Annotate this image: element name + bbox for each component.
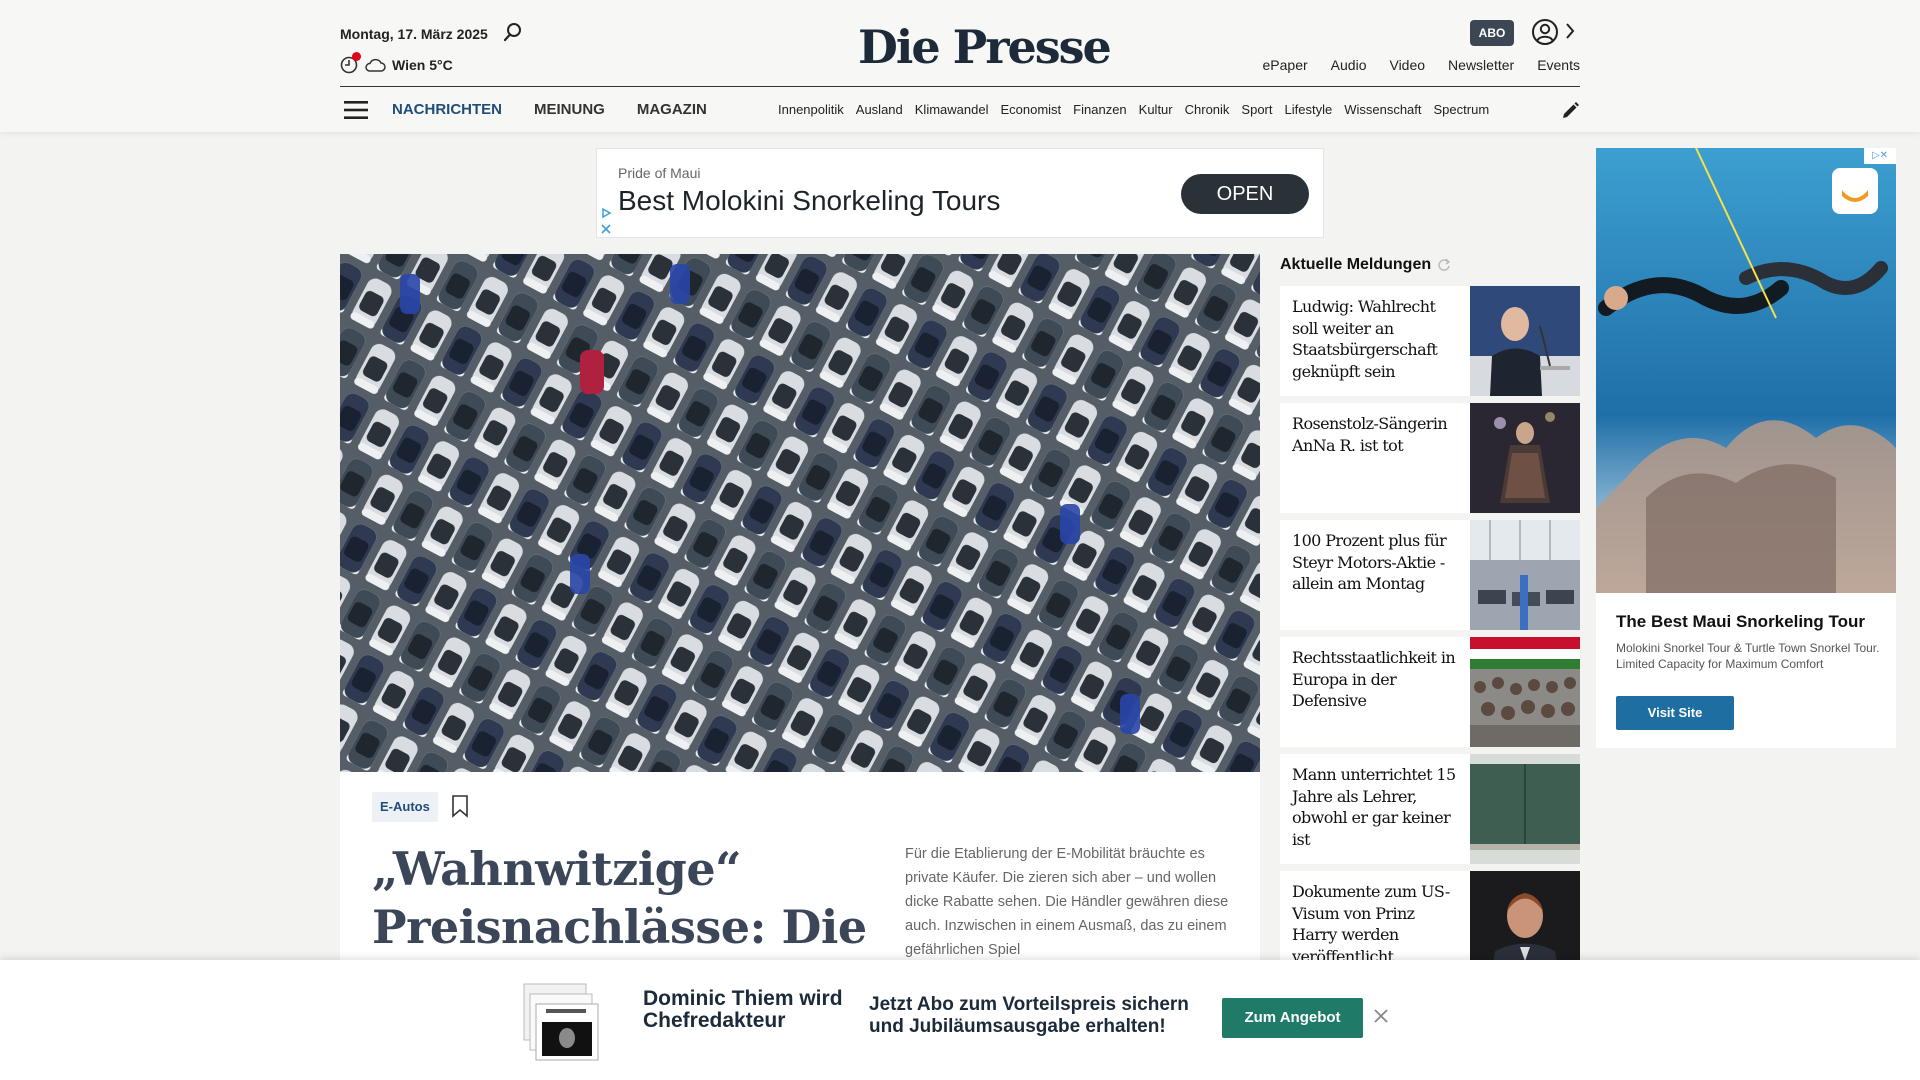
weather-widget[interactable]: Wien 5°C xyxy=(340,52,453,74)
link-audio[interactable]: Audio xyxy=(1331,57,1367,73)
news-item[interactable]: Rosenstolz-Sängerin AnNa R. ist tot xyxy=(1280,403,1580,513)
news-thumbnail[interactable] xyxy=(1470,403,1580,513)
nav-ausland[interactable]: Ausland xyxy=(856,102,903,117)
news-thumbnail[interactable] xyxy=(1470,754,1580,864)
user-account-icon[interactable] xyxy=(1531,18,1559,46)
nav-sport[interactable]: Sport xyxy=(1241,102,1272,117)
current-date: Montag, 17. März 2025 xyxy=(340,26,488,42)
visit-site-button[interactable]: Visit Site xyxy=(1616,696,1734,730)
nav-klimawandel[interactable]: Klimawandel xyxy=(915,102,989,117)
bookmark-icon[interactable] xyxy=(450,794,470,818)
ad-open-button[interactable]: OPEN xyxy=(1181,174,1309,214)
nav-wissenschaft[interactable]: Wissenschaft xyxy=(1344,102,1421,117)
chevron-right-icon[interactable] xyxy=(1563,20,1577,42)
news-thumbnail[interactable] xyxy=(1470,520,1580,630)
article-headline[interactable]: „Wahnwitzige“ Preisnachlässe: Die xyxy=(372,840,872,956)
ad-close-icon[interactable] xyxy=(599,222,613,236)
adchoices-icon[interactable] xyxy=(599,206,613,220)
ad-headline[interactable]: Best Molokini Snorkeling Tours xyxy=(618,185,1000,217)
link-events[interactable]: Events xyxy=(1537,57,1580,73)
news-title[interactable]: 100 Prozent plus für Steyr Motors-Aktie … xyxy=(1292,530,1462,595)
link-newsletter[interactable]: Newsletter xyxy=(1448,57,1514,73)
news-thumbnail[interactable] xyxy=(1470,286,1580,396)
nav-nachrichten[interactable]: NACHRICHTEN xyxy=(392,101,502,118)
side-ad[interactable]: ▷✕ The Best Maui Snorkeling Tour Molokin… xyxy=(1596,148,1896,748)
news-item[interactable]: Rechtsstaatlichkeit in Europa in der Def… xyxy=(1280,637,1580,747)
news-item[interactable]: 100 Prozent plus für Steyr Motors-Aktie … xyxy=(1280,520,1580,630)
news-item[interactable]: Mann unterrichtet 15 Jahre als Lehrer, o… xyxy=(1280,754,1580,864)
nav-chronik[interactable]: Chronik xyxy=(1185,102,1230,117)
header-divider xyxy=(340,86,1580,87)
close-icon[interactable] xyxy=(1373,1008,1389,1024)
section-nav: Innenpolitik Ausland Klimawandel Economi… xyxy=(778,102,1540,117)
nav-economist[interactable]: Economist xyxy=(1000,102,1061,117)
primary-nav: NACHRICHTEN MEINUNG MAGAZIN xyxy=(392,101,707,118)
abo-button[interactable]: ABO xyxy=(1470,20,1514,46)
ad-info-icon[interactable]: ▷✕ xyxy=(1864,148,1896,164)
nav-innenpolitik[interactable]: Innenpolitik xyxy=(778,102,844,117)
news-heading-label: Aktuelle Meldungen xyxy=(1280,256,1432,273)
pencil-icon[interactable] xyxy=(1560,101,1580,121)
nav-kultur[interactable]: Kultur xyxy=(1139,102,1173,117)
news-title[interactable]: Mann unterrichtet 15 Jahre als Lehrer, o… xyxy=(1292,764,1462,850)
ad-advertiser: Pride of Maui xyxy=(618,165,701,181)
promo-headline: Dominic Thiem wird Chefredakteur xyxy=(643,987,843,1032)
weather-text: Wien 5°C xyxy=(392,57,453,73)
article-teaser: Für die Etablierung der E-Mobilität bräu… xyxy=(905,846,1229,958)
subscription-promo-bar: Dominic Thiem wird Chefredakteur Jetzt A… xyxy=(0,960,1920,1080)
news-title[interactable]: Rechtsstaatlichkeit in Europa in der Def… xyxy=(1292,647,1462,712)
article-tag[interactable]: E-Autos xyxy=(372,792,438,822)
zum-angebot-button[interactable]: Zum Angebot xyxy=(1222,998,1363,1038)
service-links: ePaper Audio Video Newsletter Events xyxy=(1263,57,1580,73)
hero-image-parked-cars[interactable] xyxy=(340,254,1260,772)
nav-lifestyle[interactable]: Lifestyle xyxy=(1285,102,1333,117)
search-icon[interactable] xyxy=(503,22,523,42)
lead-article[interactable]: E-Autos „Wahnwitzige“ Preisnachlässe: Di… xyxy=(340,254,1260,1080)
news-title[interactable]: Rosenstolz-Sängerin AnNa R. ist tot xyxy=(1292,413,1462,456)
news-heading: Aktuelle Meldungen xyxy=(1280,256,1451,274)
site-header: Montag, 17. März 2025 Wien 5°C Die Press… xyxy=(0,0,1920,132)
nav-spectrum[interactable]: Spectrum xyxy=(1434,102,1490,117)
ad-snorkel-image[interactable] xyxy=(1596,148,1896,593)
news-title[interactable]: Dokumente zum US-Visum von Prinz Harry w… xyxy=(1292,881,1462,967)
refresh-icon xyxy=(1438,258,1451,271)
nav-finanzen[interactable]: Finanzen xyxy=(1073,102,1126,117)
site-logo[interactable]: Die Presse xyxy=(858,20,1112,74)
news-item[interactable]: Ludwig: Wahlrecht soll weiter an Staatsb… xyxy=(1280,286,1580,396)
advertiser-logo xyxy=(1832,168,1878,214)
top-banner-ad[interactable]: Pride of Maui Best Molokini Snorkeling T… xyxy=(596,148,1324,238)
link-video[interactable]: Video xyxy=(1389,57,1425,73)
link-epaper[interactable]: ePaper xyxy=(1263,57,1308,73)
promo-offer: Jetzt Abo zum Vorteilspreis sichern und … xyxy=(869,994,1189,1037)
news-list: Ludwig: Wahlrecht soll weiter an Staatsb… xyxy=(1280,286,1580,988)
news-thumbnail[interactable] xyxy=(1470,637,1580,747)
hamburger-menu-icon[interactable] xyxy=(344,100,368,120)
newspaper-stack-image xyxy=(523,983,599,1061)
news-title[interactable]: Ludwig: Wahlrecht soll weiter an Staatsb… xyxy=(1292,296,1462,382)
nav-magazin[interactable]: MAGAZIN xyxy=(637,101,707,118)
clock-icon xyxy=(340,52,361,74)
side-ad-description: Molokini Snorkel Tour & Turtle Town Snor… xyxy=(1616,641,1880,671)
side-ad-title[interactable]: The Best Maui Snorkeling Tour xyxy=(1616,612,1865,632)
nav-meinung[interactable]: MEINUNG xyxy=(534,101,605,118)
cloud-icon xyxy=(365,58,386,72)
